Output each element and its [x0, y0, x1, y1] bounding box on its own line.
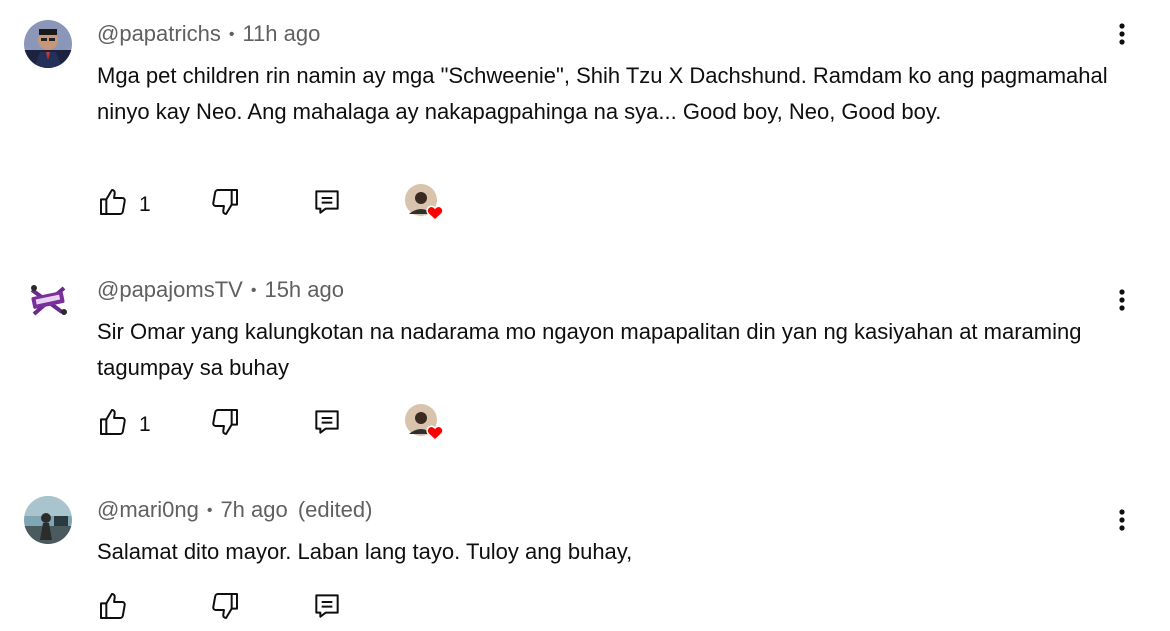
separator-dot: •	[206, 502, 213, 519]
comment-text: Sir Omar yang kalungkotan na nadarama mo…	[97, 319, 1082, 380]
comment-meta: @mari0ng • 7h ago (edited)	[97, 496, 372, 525]
creator-heart-badge[interactable]	[404, 184, 448, 224]
timestamp[interactable]: 7h ago	[220, 497, 287, 522]
dislike-button[interactable]	[209, 186, 241, 223]
thumbs-up-icon	[97, 186, 129, 223]
reply-icon	[311, 190, 343, 222]
like-button[interactable]: 1	[97, 406, 151, 443]
reply-button[interactable]	[311, 406, 343, 443]
separator-dot: •	[228, 26, 235, 43]
author-name[interactable]: @papajomsTV	[97, 277, 243, 302]
dislike-button[interactable]	[209, 406, 241, 443]
separator-dot: •	[250, 282, 257, 299]
comment-meta: @papatrichs • 11h ago	[97, 20, 320, 49]
comment-actions: 1	[97, 184, 497, 224]
timestamp[interactable]: 11h ago	[242, 21, 320, 46]
like-count: 1	[139, 412, 151, 436]
reply-button[interactable]	[311, 186, 343, 223]
like-button[interactable]: 1	[97, 186, 151, 223]
thumbs-down-icon	[209, 593, 241, 626]
thumbs-up-icon	[97, 406, 129, 443]
avatar[interactable]	[24, 276, 72, 324]
comment-actions: 1	[97, 404, 497, 444]
more-vert-icon[interactable]	[1108, 286, 1136, 314]
avatar[interactable]	[24, 20, 72, 68]
creator-heart-icon	[426, 205, 444, 222]
author-name[interactable]: @mari0ng	[97, 497, 199, 522]
comment-text: Mga pet children rin namin ay mga "Schwe…	[97, 63, 1108, 124]
author-name[interactable]: @papatrichs	[97, 21, 221, 46]
comment-text: Salamat dito mayor. Laban lang tayo. Tul…	[97, 539, 633, 564]
more-vert-icon[interactable]	[1108, 20, 1136, 48]
more-vert-icon[interactable]	[1108, 506, 1136, 534]
creator-heart-badge[interactable]	[404, 404, 448, 444]
thumbs-down-icon	[209, 189, 241, 222]
dislike-button[interactable]	[209, 590, 241, 627]
reply-icon	[311, 594, 343, 626]
thumbs-down-icon	[209, 409, 241, 442]
creator-heart-icon	[426, 425, 444, 442]
timestamp[interactable]: 15h ago	[264, 277, 344, 302]
like-count: 1	[139, 192, 151, 216]
comment-meta: @papajomsTV • 15h ago	[97, 276, 344, 305]
reply-icon	[311, 410, 343, 442]
like-button[interactable]	[97, 590, 139, 627]
thumbs-up-icon	[97, 590, 129, 627]
comment-actions	[97, 590, 497, 626]
edited-label: (edited)	[297, 497, 373, 522]
reply-button[interactable]	[311, 590, 343, 627]
avatar[interactable]	[24, 496, 72, 544]
